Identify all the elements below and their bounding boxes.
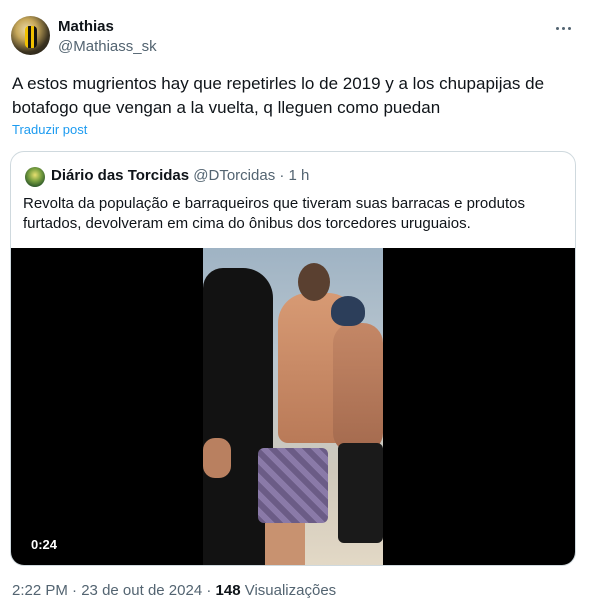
author-handle[interactable]: @Mathiass_sk [58, 38, 157, 55]
quote-time: 1 h [288, 167, 310, 184]
quote-author-name: Diário das Torcidas [51, 167, 190, 184]
quote-avatar [25, 167, 45, 187]
author-name[interactable]: Mathias [58, 18, 114, 35]
meta-separator: · [206, 582, 212, 599]
tweet-meta: 2:22 PM · 23 de out de 2024 · 148 Visual… [12, 582, 336, 599]
translate-post-link[interactable]: Traduzir post [12, 122, 87, 137]
more-horizontal-icon[interactable] [553, 20, 573, 36]
video-player[interactable]: 0:24 [11, 248, 575, 565]
quote-author-handle: @DTorcidas [193, 167, 276, 184]
views-count: 148 [215, 582, 241, 599]
quoted-tweet[interactable]: Diário das Torcidas @DTorcidas · 1 h Rev… [10, 151, 576, 566]
author-avatar[interactable] [11, 16, 50, 55]
video-duration: 0:24 [25, 535, 64, 554]
video-frame [203, 248, 383, 565]
meta-separator: · [72, 582, 78, 599]
quote-separator: · [279, 167, 285, 184]
quote-text: Revolta da população e barraqueiros que … [23, 195, 525, 232]
post-time[interactable]: 2:22 PM [12, 582, 68, 599]
post-date[interactable]: 23 de out de 2024 [81, 582, 202, 599]
views-label: Visualizações [244, 582, 337, 599]
tweet-text: A estos mugrientos hay que repetirles lo… [12, 74, 545, 117]
quote-header: Diário das Torcidas @DTorcidas · 1 h [51, 167, 309, 184]
